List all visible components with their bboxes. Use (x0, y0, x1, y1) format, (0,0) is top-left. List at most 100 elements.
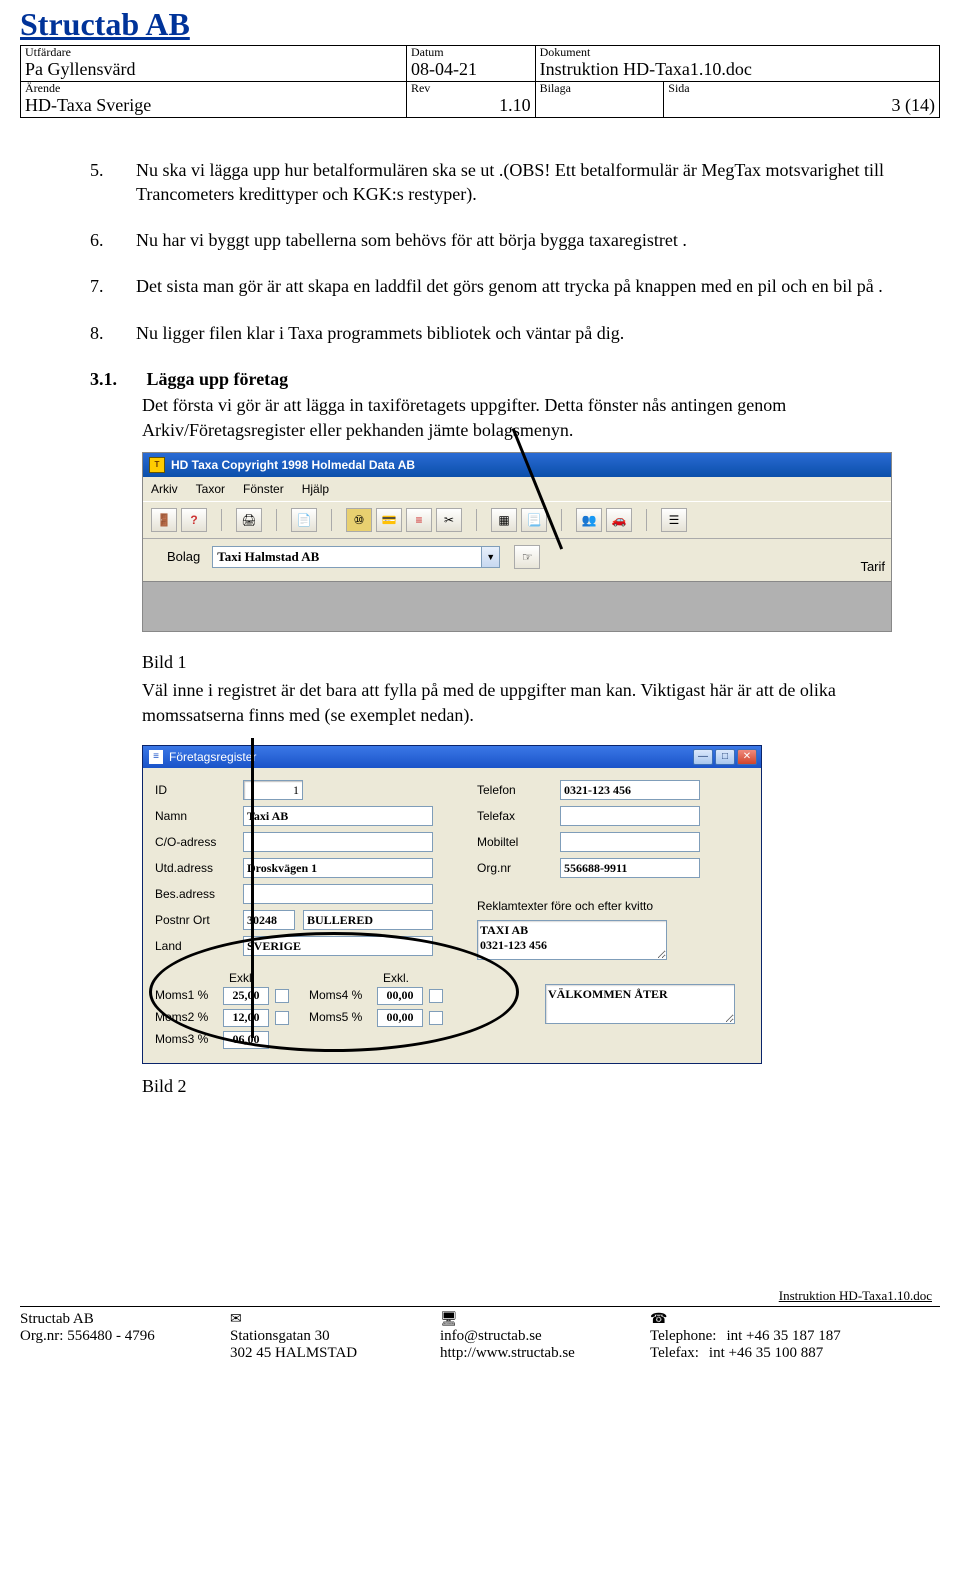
doc-icon[interactable]: 📄 (291, 508, 317, 532)
pointing-hand-button[interactable]: ☞ (514, 545, 540, 569)
footer-fax: int +46 35 100 887 (709, 1345, 823, 1362)
list-item: 7. Det sista man gör är att skapa en lad… (90, 274, 910, 298)
annotation-line (251, 738, 254, 1038)
bolag-row: Bolag ▼ ☞ Tarif (143, 539, 891, 581)
footer-city: 302 45 HALMSTAD (230, 1345, 430, 1362)
val-utf: Pa Gyllensvärd (25, 59, 402, 81)
globe-icon: 🖥 (440, 1311, 640, 1328)
item-num: 6. (90, 228, 136, 252)
users-icon[interactable]: 👥 (576, 508, 602, 532)
utd-field[interactable] (243, 858, 433, 878)
client-area (143, 581, 891, 631)
window-title: Företagsregister (169, 749, 256, 765)
grid-icon[interactable]: ▦ (491, 508, 517, 532)
lbl-rev: Rev (411, 82, 531, 95)
window-icon: ≡ (149, 750, 163, 764)
footer-street: Stationsgatan 30 (230, 1328, 430, 1345)
item-text: Det sista man gör är att skapa en laddfi… (136, 274, 910, 298)
ort-field[interactable] (303, 910, 433, 930)
lbl-co: C/O-adress (155, 834, 235, 850)
help-icon[interactable]: ? (181, 508, 207, 532)
item-num: 7. (90, 274, 136, 298)
footer-docname: Instruktion HD-Taxa1.10.doc (20, 1288, 932, 1304)
reklam1-field[interactable] (477, 920, 667, 960)
separator (561, 509, 562, 531)
co-field[interactable] (243, 832, 433, 852)
window-titlebar[interactable]: ≡ Företagsregister — □ ✕ (143, 746, 761, 768)
page-footer: Instruktion HD-Taxa1.10.doc Structab AB … (20, 1288, 940, 1362)
val-arende: HD-Taxa Sverige (25, 95, 402, 117)
header-table: Utfärdare Pa Gyllensvärd Datum 08-04-21 … (20, 45, 940, 118)
lbl-bes: Bes.adress (155, 886, 235, 902)
car-icon[interactable]: 🚗 (606, 508, 632, 532)
item-num: 8. (90, 321, 136, 345)
scissors-icon[interactable]: ✂ (436, 508, 462, 532)
namn-field[interactable] (243, 806, 433, 826)
tel-field[interactable] (560, 780, 700, 800)
list-icon[interactable]: ☰ (661, 508, 687, 532)
lbl-tel: Telefon (477, 782, 552, 798)
menu-arkiv[interactable]: Arkiv (151, 481, 178, 497)
reklam2-field[interactable] (545, 984, 735, 1024)
val-dokument: Instruktion HD-Taxa1.10.doc (540, 59, 935, 81)
annotation-ellipse (149, 932, 519, 1052)
bild1-text: Väl inne i registret är det bara att fyl… (142, 678, 910, 727)
mob-field[interactable] (560, 832, 700, 852)
menu-fonster[interactable]: Fönster (243, 481, 284, 497)
lbl-bilaga: Bilaga (540, 82, 660, 95)
list-item: 5. Nu ska vi lägga upp hur betalformulär… (90, 158, 910, 207)
lbl-fax: Telefax (477, 808, 552, 824)
window-titlebar[interactable]: T HD Taxa Copyright 1998 Holmedal Data A… (143, 453, 891, 477)
bolag-combo[interactable]: ▼ (212, 546, 500, 568)
card-icon[interactable]: 💳 (376, 508, 402, 532)
separator (646, 509, 647, 531)
lbl-mob: Mobiltel (477, 834, 552, 850)
app-icon: T (149, 457, 165, 473)
maximize-button[interactable]: □ (715, 749, 735, 765)
page-icon[interactable]: 📃 (521, 508, 547, 532)
chevron-down-icon[interactable]: ▼ (482, 546, 500, 568)
footer-fax-lbl: Telefax: (650, 1345, 699, 1362)
lbl-namn: Namn (155, 808, 235, 824)
item-num: 5. (90, 158, 136, 207)
phone-icon: ☎ (650, 1311, 930, 1328)
item-text: Nu ligger filen klar i Taxa programmets … (136, 321, 910, 345)
section-title: Lägga upp företag (147, 369, 289, 389)
list-item: 6. Nu har vi byggt upp tabellerna som be… (90, 228, 910, 252)
item-text: Nu ska vi lägga upp hur betalformulären … (136, 158, 910, 207)
bolag-input[interactable] (212, 546, 482, 568)
chart-icon[interactable]: ≡ (406, 508, 432, 532)
separator (476, 509, 477, 531)
org-field[interactable] (560, 858, 700, 878)
lbl-dokument: Dokument (540, 46, 935, 59)
separator (331, 509, 332, 531)
menu-taxor[interactable]: Taxor (196, 481, 225, 497)
menu-hjalp[interactable]: Hjälp (302, 481, 329, 497)
bes-field[interactable] (243, 884, 433, 904)
fax-field[interactable] (560, 806, 700, 826)
bolag-label: Bolag (167, 548, 200, 566)
separator (276, 509, 277, 531)
lbl-utd: Utd.adress (155, 860, 235, 876)
footer-tel-lbl: Telephone: (650, 1328, 716, 1345)
footer-url: http://www.structab.se (440, 1345, 640, 1362)
close-button[interactable]: ✕ (737, 749, 757, 765)
lbl-arende: Ärende (25, 82, 402, 95)
minimize-button[interactable]: — (693, 749, 713, 765)
val-datum: 08-04-21 (411, 59, 531, 81)
section-body: Det första vi gör är att lägga in taxifö… (142, 393, 910, 442)
toolbar: 🚪 ? 🖨 📄 ⑩ 💳 ≡ ✂ ▦ 📃 👥 🚗 (143, 501, 891, 539)
lbl-reklam: Reklamtexter före och efter kvitto (477, 898, 653, 914)
lbl-org: Org.nr (477, 860, 552, 876)
val-sida: 3 (14) (668, 95, 935, 117)
coin-icon[interactable]: ⑩ (346, 508, 372, 532)
screenshot-hdtaxa: T HD Taxa Copyright 1998 Holmedal Data A… (142, 452, 892, 632)
val-rev: 1.10 (411, 95, 531, 117)
lbl-id: ID (155, 782, 235, 798)
lbl-datum: Datum (411, 46, 531, 59)
print-icon[interactable]: 🖨 (236, 508, 262, 532)
exit-icon[interactable]: 🚪 (151, 508, 177, 532)
footer-company: Structab AB (20, 1311, 220, 1328)
menubar[interactable]: Arkiv Taxor Fönster Hjälp (143, 477, 891, 501)
lbl-utf: Utfärdare (25, 46, 402, 59)
